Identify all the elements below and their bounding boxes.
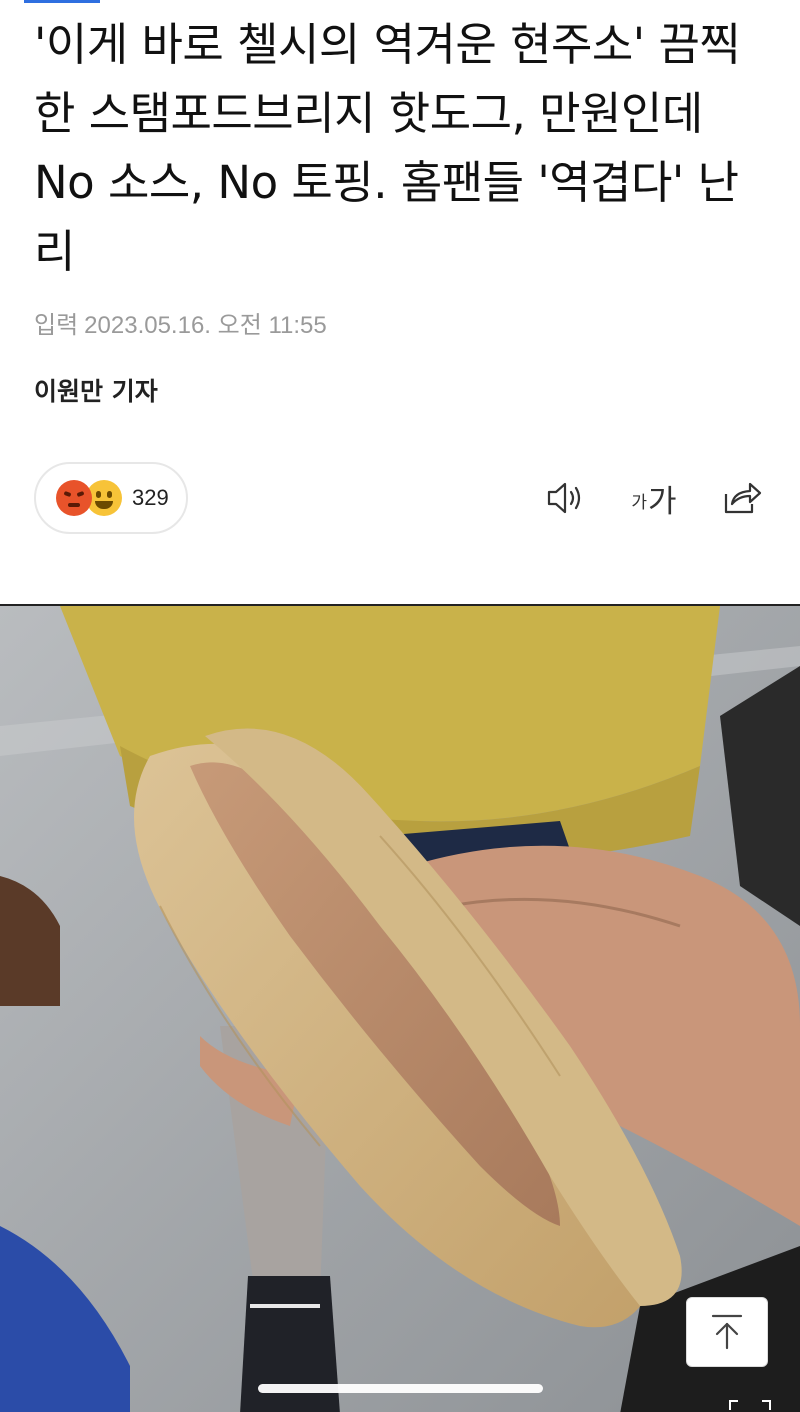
top-accent-bar — [24, 0, 100, 3]
reaction-button[interactable]: 329 — [34, 462, 188, 534]
scroll-to-top-button[interactable] — [686, 1297, 768, 1367]
home-indicator[interactable] — [258, 1384, 543, 1393]
reporter-byline[interactable]: 이원만 기자 — [34, 372, 158, 408]
audio-button[interactable] — [543, 478, 587, 518]
angry-emoji-icon — [56, 480, 92, 516]
font-size-button[interactable]: 가가 — [628, 478, 680, 520]
fullscreen-icon[interactable] — [728, 1398, 772, 1412]
share-button[interactable] — [720, 478, 766, 518]
hot-dog-photo — [0, 604, 800, 1412]
font-big-label: 가 — [648, 483, 677, 520]
date-value: 2023.05.16. 오전 11:55 — [84, 312, 327, 339]
photo-illustration — [0, 606, 800, 1412]
speaker-icon — [547, 482, 581, 514]
article-headline: '이게 바로 첼시의 역겨운 현주소' 끔찍한 스탬포드브리지 핫도그, 만원인… — [34, 18, 741, 278]
font-small-label: 가 — [631, 493, 648, 513]
article-date: 입력 2023.05.16. 오전 11:55 — [34, 305, 327, 340]
date-label: 입력 — [34, 312, 79, 339]
share-icon — [724, 482, 762, 514]
reaction-count: 329 — [132, 485, 169, 510]
arrow-up-icon — [711, 1314, 743, 1350]
